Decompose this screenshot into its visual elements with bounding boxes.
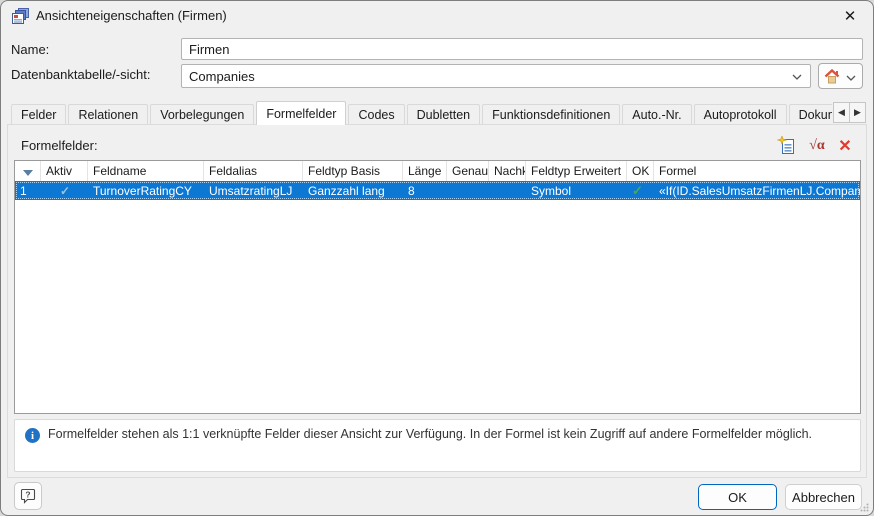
name-label: Name:: [11, 42, 49, 57]
db-table-select[interactable]: Companies: [181, 64, 811, 88]
titlebar[interactable]: Ansichteneigenschaften (Firmen) ✕: [1, 1, 873, 31]
svg-text:?: ?: [25, 490, 30, 500]
delete-formula-field-icon[interactable]: ✕: [834, 135, 856, 157]
help-icon: ?: [20, 488, 36, 504]
cell-formel: «If(ID.SalesUmsatzFirmenLJ.Compan: [654, 184, 860, 198]
row-selector-header[interactable]: [15, 161, 41, 181]
col-header-ok[interactable]: OK: [627, 161, 654, 181]
tab-codes[interactable]: Codes: [348, 104, 404, 125]
aktiv-checkbox-checked-icon[interactable]: ✓: [60, 184, 70, 198]
tab-funktionsdefinitionen[interactable]: Funktionsdefinitionen: [482, 104, 620, 125]
col-header-feldtyp-basis[interactable]: Feldtyp Basis: [303, 161, 403, 181]
tab-auto-nr[interactable]: Auto.-Nr.: [622, 104, 691, 125]
cell-feldalias: UmsatzratingLJ: [204, 184, 303, 198]
formula-fields-label: Formelfelder:: [21, 138, 98, 153]
view-properties-dialog: Ansichteneigenschaften (Firmen) ✕ Name: …: [0, 0, 874, 516]
col-header-nachkommastellen[interactable]: Nachko: [489, 161, 526, 181]
tab-relationen[interactable]: Relationen: [68, 104, 148, 125]
tab-dokumentenverwaltung[interactable]: Dokumentenverw: [789, 104, 832, 125]
col-header-formel[interactable]: Formel: [654, 161, 860, 181]
tab-strip: Felder Relationen Vorbelegungen Formelfe…: [11, 101, 832, 125]
name-input[interactable]: Firmen: [181, 38, 863, 60]
home-icon: [824, 69, 840, 84]
ok-button[interactable]: OK: [698, 484, 777, 510]
col-header-laenge[interactable]: Länge: [403, 161, 447, 181]
row-number: 1: [15, 184, 41, 198]
tab-vorbelegungen[interactable]: Vorbelegungen: [150, 104, 254, 125]
tab-scroll-left-icon[interactable]: ◀: [833, 102, 850, 123]
db-table-label: Datenbanktabelle/-sicht:: [11, 67, 150, 82]
cancel-button[interactable]: Abbrechen: [785, 484, 862, 510]
col-header-feldtyp-erweitert[interactable]: Feldtyp Erweitert: [526, 161, 627, 181]
formula-fields-table[interactable]: Aktiv Feldname Feldalias Feldtyp Basis L…: [14, 160, 861, 414]
ok-check-icon: ✓: [632, 183, 643, 198]
edit-formula-icon[interactable]: √α: [806, 135, 828, 157]
info-bar: i Formelfelder stehen als 1:1 verknüpfte…: [14, 419, 861, 472]
views-stack-icon: [11, 8, 30, 25]
chevron-down-icon: [846, 75, 856, 81]
resize-grip[interactable]: [860, 503, 869, 512]
chevron-down-icon: [792, 74, 802, 80]
new-formula-field-icon[interactable]: [776, 135, 798, 157]
sort-triangle-icon: [23, 170, 33, 176]
tab-dubletten[interactable]: Dubletten: [407, 104, 481, 125]
cell-feldtyp-erweitert: Symbol: [526, 184, 627, 198]
col-header-feldname[interactable]: Feldname: [88, 161, 204, 181]
table-row-selected[interactable]: 1 ✓ TurnoverRatingCY UmsatzratingLJ Ganz…: [15, 181, 860, 200]
tab-felder[interactable]: Felder: [11, 104, 66, 125]
name-value: Firmen: [189, 42, 229, 57]
window-title: Ansichteneigenschaften (Firmen): [36, 8, 227, 23]
home-view-dropdown-button[interactable]: [818, 63, 863, 89]
col-header-feldalias[interactable]: Feldalias: [204, 161, 303, 181]
tab-formelfelder[interactable]: Formelfelder: [256, 101, 346, 125]
col-header-genau[interactable]: Genau: [447, 161, 489, 181]
tab-scroll-right-icon[interactable]: ▶: [849, 102, 866, 123]
db-table-value: Companies: [189, 69, 255, 84]
info-text: Formelfelder stehen als 1:1 verknüpfte F…: [48, 427, 812, 442]
cell-laenge: 8: [403, 184, 447, 198]
cell-feldtyp-basis: Ganzzahl lang: [303, 184, 403, 198]
info-icon: i: [25, 428, 40, 443]
help-button[interactable]: ?: [14, 482, 42, 510]
tab-autoprotokoll[interactable]: Autoprotokoll: [694, 104, 787, 125]
cell-feldname: TurnoverRatingCY: [88, 184, 204, 198]
table-header-row: Aktiv Feldname Feldalias Feldtyp Basis L…: [15, 161, 860, 181]
close-icon[interactable]: ✕: [840, 6, 860, 26]
col-header-aktiv[interactable]: Aktiv: [41, 161, 88, 181]
